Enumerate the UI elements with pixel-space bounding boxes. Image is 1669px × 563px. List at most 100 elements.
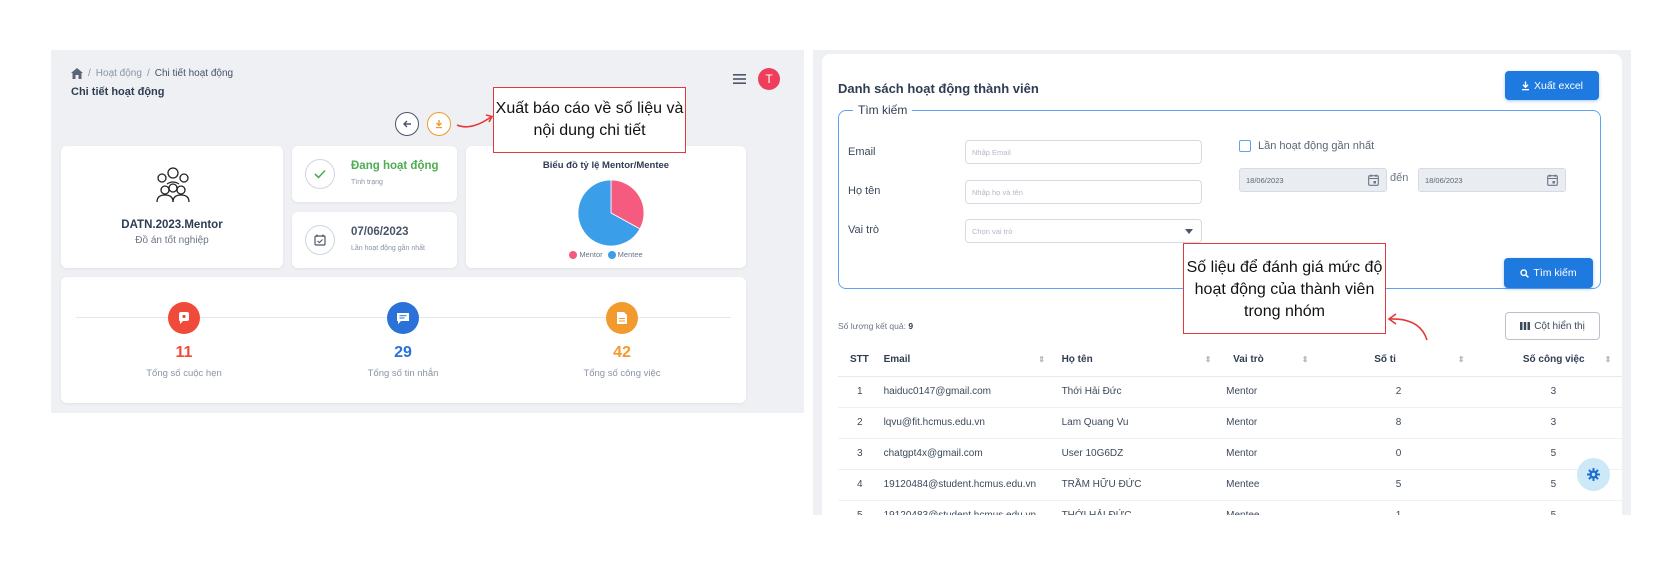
column-header-stt[interactable]: STT [838,344,884,377]
header-label: Email [883,354,911,366]
column-header-role[interactable]: Vai trò ⇕ [1226,344,1329,377]
result-count: Số lượng kết quả: 9 [838,321,913,331]
cell-email[interactable]: haiduc0147@gmail.com [883,376,1062,408]
legend-dot-mentee [607,251,616,260]
chart-legend: Mentor Mentee [466,250,746,260]
date-from-value: 18/06/2023 [1246,175,1284,185]
cell-stt: 5 [838,500,884,515]
status-card: Đang hoạt động Tình trạng [292,146,457,202]
home-icon[interactable] [71,68,83,79]
cell-role: Mentor [1226,438,1329,470]
calendar-check-icon [314,234,326,246]
last-activity-card: 07/06/2023 Lần hoạt động gần nhất [292,212,457,268]
search-button-label: Tìm kiếm [1533,267,1577,279]
message-square-icon [397,313,409,324]
columns-button[interactable]: Cột hiển thị [1505,312,1600,340]
sort-icon[interactable]: ⇕ [1605,355,1612,364]
column-header-messages[interactable]: Số ti ⇕ [1328,344,1469,377]
arrow-left-icon [403,120,411,128]
column-header-email[interactable]: Email ⇕ [883,344,1062,377]
status-ring [305,159,335,189]
search-icon [1520,268,1530,278]
cell-messages: 1 [1328,500,1469,515]
calendar-icon [1368,174,1379,186]
cell-tasks: 5 [1468,500,1622,515]
cell-email[interactable]: chatgpt4x@gmail.com [883,438,1062,470]
recent-activity-checkbox[interactable] [1239,140,1251,152]
cell-role: Mentee [1226,469,1329,501]
cell-email[interactable]: 19120484@student.hcmus.edu.vn [883,469,1062,501]
cell-email[interactable]: lqvu@fit.hcmus.edu.vn [883,407,1062,439]
breadcrumb: / Hoạt động / Chi tiết hoạt động [71,68,233,79]
date-to-value: 18/06/2023 [1425,175,1463,185]
date-from-field[interactable]: 18/06/2023 [1239,168,1387,192]
sort-icon[interactable]: ⇕ [1458,355,1465,364]
download-icon [1521,81,1529,90]
document-icon [617,312,627,324]
date-range-separator: đến [1390,172,1409,184]
cell-messages: 8 [1328,407,1469,439]
cell-role: Mentor [1226,407,1329,439]
sort-icon[interactable]: ⇕ [1205,355,1212,364]
last-activity-label: Lần hoạt động gần nhất [351,245,425,252]
export-excel-button[interactable]: Xuất excel [1505,71,1599,100]
messages-label: Tổng số tin nhắn [367,368,439,379]
result-count-value: 9 [908,321,914,331]
sort-icon[interactable]: ⇕ [1302,355,1309,364]
meetings-count: 11 [175,344,193,361]
cell-messages: 0 [1328,438,1469,470]
date-to-field[interactable]: 18/06/2023 [1418,168,1566,192]
chart-title: Biểu đồ tỷ lệ Mentor/Mentee [542,160,670,171]
email-field[interactable]: Nhập Email [965,140,1202,164]
download-icon [436,120,442,129]
name-field[interactable]: Nhập họ và tên [965,180,1202,204]
recent-activity-label: Lần hoạt động gần nhất [1258,140,1375,152]
table-header-row: STT Email ⇕ Họ tên ⇕ Vai trò ⇕ Số ti ⇕ Số cô… [838,344,1622,377]
annotation-arrow-icon [456,114,494,128]
table-row[interactable]: 4 19120484@student.hcmus.edu.vn TRẦM HỮU… [838,469,1622,501]
column-header-tasks[interactable]: Số công việc⇕⇕ [1468,344,1622,377]
hamburger-menu-icon[interactable] [733,74,746,84]
cell-messages: 2 [1328,376,1469,408]
search-button[interactable]: Tìm kiếm [1504,258,1593,288]
result-count-label: Số lượng kết quả: [838,321,906,331]
cell-role: Mentee [1226,500,1329,515]
name-label: Họ tên [848,185,881,197]
member-activity-table: STT Email ⇕ Họ tên ⇕ Vai trò ⇕ Số ti ⇕ Số cô… [838,344,1622,515]
annotation-arrow-icon [1387,313,1428,341]
column-header-name[interactable]: Họ tên ⇕ [1061,344,1227,377]
breadcrumb-item-activities[interactable]: Hoạt động [96,68,142,79]
back-button[interactable] [395,112,419,136]
user-avatar[interactable]: T [758,68,780,90]
cell-tasks: 3 [1468,376,1622,408]
table-row[interactable]: 5 19120483@student.hcmus.edu.vn THỚI HẢI… [838,500,1622,515]
member-metrics-annotation: Số liệu để đánh giá mức độ hoạt động của… [1183,243,1386,334]
meetings-label: Tổng số cuộc hẹn [146,368,222,379]
task-icon [606,302,638,334]
role-select[interactable]: Chọn vai trò [965,219,1202,243]
project-name: DATN.2023.Mentor [121,219,223,231]
table-row[interactable]: 2 lqvu@fit.hcmus.edu.vn Lam Quang Vu Men… [838,407,1622,439]
cell-tasks: 3 [1468,407,1622,439]
header-label: Họ tên [1061,354,1093,366]
header-label: Số công việc [1522,354,1585,366]
legend-label-mentor: Mentor [579,250,603,259]
table-row[interactable]: 3 chatgpt4x@gmail.com User 10G6DZ Mentor… [838,438,1622,470]
header-label: Vai trò [1233,354,1264,366]
sort-icon[interactable]: ⇕ [1038,355,1045,364]
settings-fab[interactable] [1577,458,1610,491]
cell-messages: 5 [1328,469,1469,501]
table-row[interactable]: 1 haiduc0147@gmail.com Thới Hải Đức Ment… [838,376,1622,408]
chat-bubble-icon [179,312,189,324]
activity-detail-panel: / Hoạt động / Chi tiết hoạt động Chi tiế… [51,50,804,413]
message-icon [387,302,419,334]
cell-stt: 2 [838,407,884,439]
legend-label-mentee: Mentee [617,250,643,259]
cell-name: Thới Hải Đức [1061,376,1227,408]
download-report-button[interactable] [427,112,451,136]
project-type: Đồ án tốt nghiệp [135,235,209,246]
search-legend: Tìm kiếm [858,103,908,117]
cell-stt: 3 [838,438,884,470]
cell-email[interactable]: 19120483@student.hcmus.edu.vn [883,500,1062,515]
legend-item-mentor: Mentor [569,250,603,260]
